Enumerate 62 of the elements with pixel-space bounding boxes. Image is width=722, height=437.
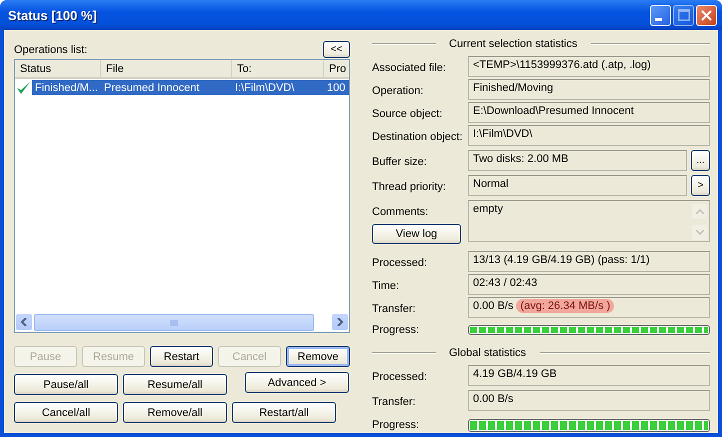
field-label: Progress: <box>372 419 420 431</box>
action-button[interactable]: Remove <box>286 346 350 367</box>
collapse-button[interactable]: << <box>323 41 350 58</box>
field-label: Time: <box>372 279 400 292</box>
read-only-field: 4.19 GB/4.19 GB <box>468 364 710 386</box>
column-header[interactable]: Status <box>15 60 101 77</box>
average-rate: (avg: 26.34 MB/s ) <box>516 298 614 312</box>
field-label: Progress: <box>372 324 420 336</box>
read-only-field: 13/13 (4.19 GB/4.19 GB) (pass: 1/1) <box>468 250 710 272</box>
scroll-right-button[interactable] <box>332 314 348 330</box>
minimize-button[interactable] <box>650 4 671 26</box>
action-button[interactable]: Cancel/all <box>14 402 118 423</box>
small-button[interactable]: ... <box>691 150 710 170</box>
scroll-down-icon <box>692 225 707 240</box>
scrollbar-thumb[interactable] <box>34 314 314 331</box>
scroll-up-icon <box>692 204 707 219</box>
minimize-icon <box>654 18 662 20</box>
field-label: Destination object: <box>372 130 464 143</box>
action-button: Cancel <box>218 346 281 367</box>
action-button[interactable]: Remove/all <box>123 402 227 423</box>
field-label: Transfer: <box>372 302 417 315</box>
action-button[interactable]: Restart <box>150 346 213 367</box>
action-button[interactable]: Restart/all <box>232 402 336 423</box>
window-title: Status [100 %] <box>8 8 98 22</box>
scroll-left-button[interactable] <box>16 314 32 330</box>
column-header[interactable]: To: <box>232 60 324 77</box>
read-only-field: 0.00 B/s <box>468 390 710 410</box>
list-row[interactable]: Finished/M... Presumed Innocent I:\Film\DVD\ 100 <box>32 80 349 95</box>
field-label: Source object: <box>372 107 444 120</box>
read-only-field: E:\Download\Presumed Innocent <box>468 102 710 122</box>
field-label: Thread priority: <box>372 180 447 193</box>
view-log-button[interactable]: View log <box>372 224 461 244</box>
close-icon <box>701 10 712 20</box>
close-button[interactable] <box>696 4 717 26</box>
comments-text: empty <box>473 203 503 217</box>
field-label: Associated file: <box>372 61 447 74</box>
small-button[interactable]: > <box>691 174 710 196</box>
field-label: Operation: <box>372 84 424 97</box>
read-only-field: Two disks: 2.00 MB <box>468 150 687 170</box>
field-label: Processed: <box>372 370 428 383</box>
section-heading: Global statistics <box>448 347 528 359</box>
column-header[interactable]: Pro <box>324 60 349 77</box>
read-only-field: <TEMP>\1153999376.atd (.atp, .log) <box>468 56 710 76</box>
maximize-icon <box>678 9 690 21</box>
action-button: Resume <box>82 346 145 367</box>
field-label: Processed: <box>372 256 428 269</box>
section-heading: Current selection statistics <box>448 38 578 50</box>
field-label: Transfer: <box>372 395 417 408</box>
action-button[interactable]: Resume/all <box>123 374 227 395</box>
read-only-field: Finished/Moving <box>468 78 710 100</box>
action-button[interactable]: Pause/all <box>14 374 118 395</box>
read-only-field: Normal <box>468 174 687 196</box>
field-label: Comments: <box>372 206 430 218</box>
list-label: Operations list: <box>14 44 88 56</box>
read-only-field: 02:43 / 02:43 <box>468 274 710 294</box>
transfer-rate: 0.00 B/s <box>473 300 514 312</box>
comments-field[interactable]: empty <box>468 200 710 242</box>
action-button[interactable]: Advanced > <box>245 372 349 393</box>
field-label: Buffer size: <box>372 155 428 168</box>
action-button: Pause <box>14 346 77 367</box>
read-only-field: I:\Film\DVD\ <box>468 124 710 146</box>
column-header[interactable]: File <box>101 60 232 77</box>
